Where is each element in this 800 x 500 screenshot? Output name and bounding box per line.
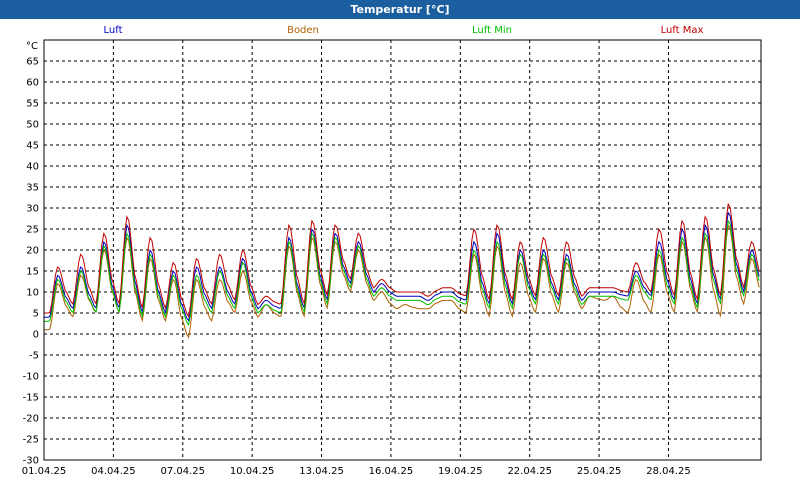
x-tick-label: 19.04.25 <box>438 466 483 477</box>
y-tick-label: 35 <box>26 183 39 194</box>
x-tick-label: 22.04.25 <box>507 466 552 477</box>
y-tick-label: -15 <box>23 393 39 404</box>
y-tick-label: 60 <box>26 78 39 89</box>
y-tick-label: 45 <box>26 141 39 152</box>
y-axis-label: °C <box>26 41 38 52</box>
legend-entry: Luft <box>104 25 123 36</box>
legend-entry: Luft Min <box>472 25 512 36</box>
x-tick-label: 28.04.25 <box>646 466 691 477</box>
y-tick-label: 30 <box>26 204 39 215</box>
x-tick-label: 01.04.25 <box>22 466 67 477</box>
x-tick-label: 13.04.25 <box>299 466 344 477</box>
x-tick-label: 25.04.25 <box>577 466 622 477</box>
y-tick-label: 20 <box>26 246 39 257</box>
y-tick-label: 0 <box>33 330 39 341</box>
legend-entry: Boden <box>287 25 319 36</box>
x-tick-label: 07.04.25 <box>161 466 206 477</box>
y-tick-label: 40 <box>26 162 39 173</box>
y-tick-label: -20 <box>23 414 39 425</box>
y-tick-label: 10 <box>26 288 39 299</box>
y-tick-label: -30 <box>23 456 39 467</box>
x-tick-label: 16.04.25 <box>369 466 414 477</box>
y-tick-label: 65 <box>26 57 39 68</box>
x-tick-label: 04.04.25 <box>91 466 136 477</box>
window-title: Temperatur [°C] <box>0 0 800 19</box>
y-tick-label: -25 <box>23 435 39 446</box>
y-tick-label: -5 <box>29 351 39 362</box>
y-tick-label: -10 <box>23 372 39 383</box>
chart-background <box>0 19 800 500</box>
y-tick-label: 55 <box>26 99 39 110</box>
y-tick-label: 5 <box>33 309 39 320</box>
temperature-chart: -30 -25 -20 -15 -10 -5 0 5 10 15 20 25 30 35 40 45 50 55 6… <box>0 19 800 500</box>
x-tick-label: 10.04.25 <box>230 466 275 477</box>
legend-entry: Luft Max <box>661 25 704 36</box>
y-tick-label: 50 <box>26 120 39 131</box>
y-tick-label: 25 <box>26 225 39 236</box>
y-tick-label: 15 <box>26 267 39 278</box>
